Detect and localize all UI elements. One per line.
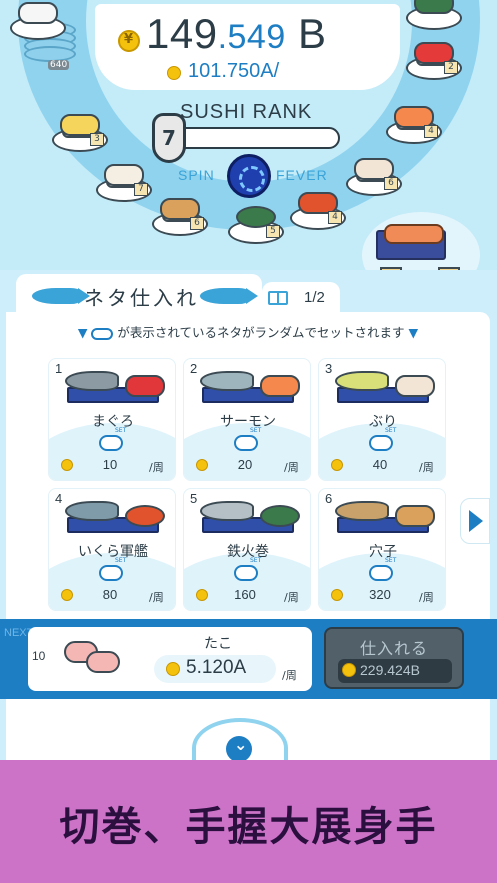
sushi-plate[interactable]: 4 (386, 104, 442, 144)
book-icon (268, 291, 288, 305)
sushi-plate[interactable]: 3 (52, 112, 108, 152)
chevron-down-icon: ⌄ (234, 735, 248, 754)
tab-neta-shiire[interactable]: ネタ仕入れ (16, 274, 262, 314)
plate-stack-count: 640 (48, 60, 70, 70)
neta-card-maguro[interactable]: 1 まぐろ 10 /周 (48, 358, 176, 481)
neta-card-anago[interactable]: 6 穴子 320 /周 (318, 488, 446, 611)
set-icon (234, 557, 261, 581)
next-neta-band: NEXT 10 たこ 5.120A /周 仕入れる 229.424B (0, 619, 497, 699)
next-unit: /周 (282, 669, 297, 682)
ingredient-shop-panel: ネタ仕入れ 1/2 ▼ が表示されているネタがランダムでセットされます ▼ 1 … (0, 270, 497, 778)
promo-caption: 切巻、手握大展身手 (59, 804, 438, 850)
set-hint: ▼ が表示されているネタがランダムでセットされます ▼ (77, 325, 419, 340)
page-number: 1/2 (304, 289, 325, 306)
sushi-rank-title: SUSHI RANK (180, 101, 313, 123)
set-icon (369, 557, 396, 581)
next-index: 10 (32, 649, 46, 663)
rank-level-badge: 7 (152, 113, 186, 163)
neta-card-ikura-gunkan[interactable]: 4 いくら軍艦 80 /周 (48, 488, 176, 611)
sushi-plate[interactable]: 6 (346, 156, 402, 196)
shop-title: ネタ仕入れ (84, 286, 199, 310)
conveyor-area: 640 3 7 6 5 4 6 4 2 149.549 B 101.750 (0, 0, 497, 270)
shiireru-button[interactable]: 仕入れる 229.424B (324, 627, 464, 689)
sushi-plate[interactable]: 2 (406, 40, 462, 80)
coin-icon (61, 589, 73, 601)
sushi-plate[interactable]: 6 (152, 196, 208, 236)
coin-icon (61, 459, 73, 471)
promo-caption-band: 切巻、手握大展身手 (0, 760, 497, 883)
next-neta-card: 10 たこ 5.120A /周 (28, 627, 312, 691)
next-price-box: 5.120A (154, 655, 276, 683)
neta-card-salmon[interactable]: 2 サーモン 20 /周 (183, 358, 311, 481)
coin-balance: 149.549 B (146, 10, 327, 57)
fever-label: FEVER (276, 167, 328, 183)
neta-card-tekkamaki[interactable]: 5 鉄火巻 160 /周 (183, 488, 311, 611)
set-icon (91, 327, 114, 340)
tako-sushi-icon (64, 641, 124, 675)
fish-icon (32, 288, 90, 304)
sushi-plate[interactable]: 5 (228, 204, 284, 244)
rate-coin-icon (167, 66, 181, 80)
fish-icon (200, 288, 258, 304)
next-neta-name: たこ (204, 636, 232, 652)
sushi-plate[interactable] (10, 0, 66, 40)
next-page-arrow-icon[interactable] (460, 498, 490, 544)
buy-label: 仕入れる (359, 639, 428, 658)
set-icon (369, 427, 396, 451)
next-label: NEXT (4, 627, 34, 639)
coin-icon (331, 459, 343, 471)
coin-icon (342, 663, 356, 677)
spin-fever-button[interactable] (227, 154, 271, 198)
sushi-plate[interactable]: 7 (96, 162, 152, 202)
next-price: 5.120A (186, 657, 247, 678)
set-icon (99, 427, 126, 451)
sushi-plate[interactable] (406, 0, 462, 30)
coin-icon (196, 459, 208, 471)
coin-icon (118, 30, 140, 52)
sushi-set-tray-icon (376, 224, 446, 260)
sushi-plate[interactable]: 4 (290, 190, 346, 230)
set-icon (99, 557, 126, 581)
rank-progress-bar (164, 127, 340, 149)
coin-icon (196, 589, 208, 601)
tab-page-indicator[interactable]: 1/2 (262, 282, 340, 314)
set-icon (234, 427, 261, 451)
spin-label: SPIN (178, 167, 215, 183)
buy-cost-box: 229.424B (338, 659, 452, 683)
coin-icon (331, 589, 343, 601)
buy-cost: 229.424B (360, 662, 420, 678)
income-rate: 101.750A/ (188, 60, 280, 82)
neta-card-buri[interactable]: 3 ぶり 40 /周 (318, 358, 446, 481)
set-range-selector[interactable]: 1 ～ 9 (362, 212, 480, 270)
coin-icon (166, 662, 180, 676)
